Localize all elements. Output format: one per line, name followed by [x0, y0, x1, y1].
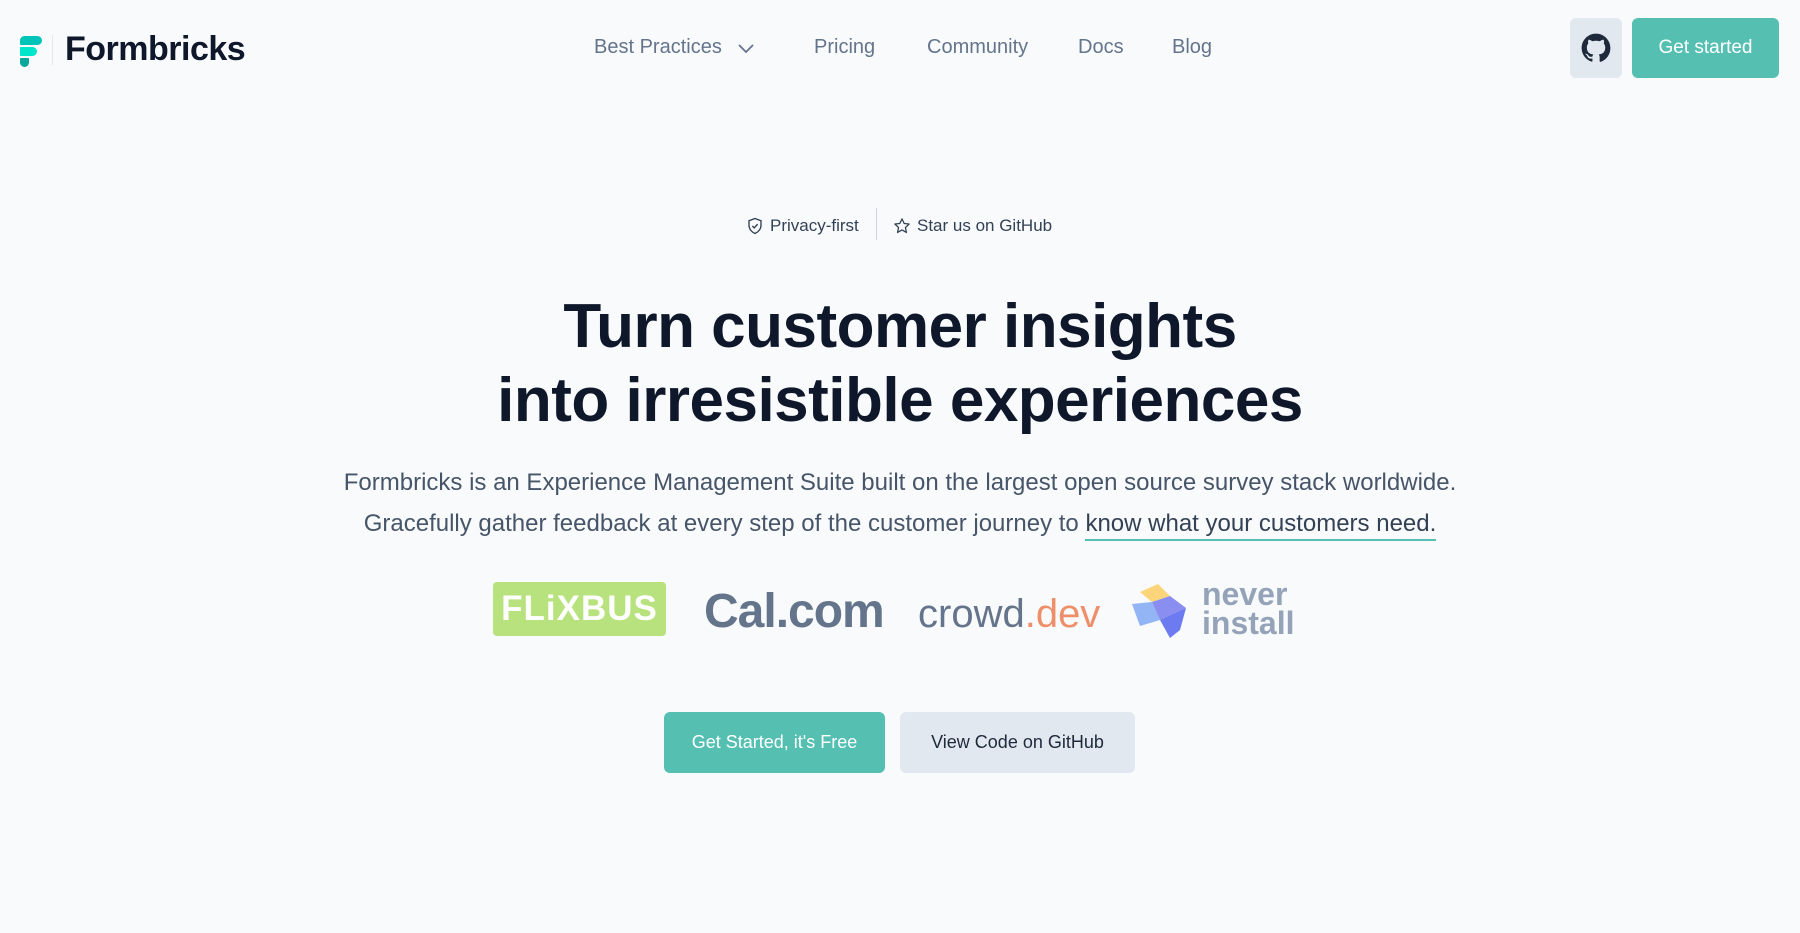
hero-headline: Turn customer insights into irresistible…: [0, 290, 1800, 438]
hero-subtitle: Formbricks is an Experience Management S…: [0, 462, 1800, 544]
crowddev-logo: crowd.dev: [918, 592, 1100, 637]
subtitle-highlight: know what your customers need.: [1085, 510, 1437, 541]
github-button[interactable]: [1570, 18, 1622, 78]
hero-badges: Privacy-first Star us on GitHub: [0, 208, 1800, 244]
privacy-first-label: Privacy-first: [770, 216, 859, 235]
get-started-button[interactable]: Get started: [1632, 18, 1779, 78]
nav-item-blog[interactable]: Blog: [1172, 36, 1212, 59]
crowddev-logo-part-1: crowd: [918, 592, 1025, 636]
neverinstall-logo-icon: [1132, 584, 1186, 638]
nav-item-docs[interactable]: Docs: [1078, 36, 1124, 59]
headline-line-2: into irresistible experiences: [497, 366, 1303, 435]
neverinstall-logo: never install: [1202, 578, 1295, 641]
nav-item-label: Best Practices: [594, 36, 722, 58]
crowddev-logo-part-2: .dev: [1024, 592, 1101, 636]
nav-item-pricing[interactable]: Pricing: [814, 36, 875, 59]
privacy-first-badge: Privacy-first: [746, 216, 859, 236]
headline-line-1: Turn customer insights: [563, 292, 1237, 361]
star-github-label: Star us on GitHub: [917, 216, 1053, 235]
github-icon: [1581, 33, 1611, 62]
nav-item-best-practices[interactable]: Best Practices: [594, 36, 756, 59]
flixbus-logo: FLiXBUS: [493, 582, 666, 636]
neverinstall-logo-line-2: install: [1202, 605, 1295, 641]
view-code-github-button[interactable]: View Code on GitHub: [900, 712, 1135, 773]
main-nav: Best Practices Pricing Community Docs Bl…: [0, 36, 1800, 62]
chevron-down-icon: [738, 43, 754, 53]
calcom-logo: Cal.com: [704, 585, 885, 638]
star-github-link[interactable]: Star us on GitHub: [893, 216, 1052, 236]
star-icon: [894, 218, 910, 234]
badge-divider: [876, 208, 877, 240]
nav-item-community[interactable]: Community: [927, 36, 1028, 59]
shield-check-icon: [748, 217, 762, 235]
subtitle-line-1: Formbricks is an Experience Management S…: [343, 469, 1457, 496]
get-started-free-button[interactable]: Get Started, it's Free: [664, 712, 885, 773]
subtitle-line-2: Gracefully gather feedback at every step…: [363, 510, 1086, 537]
customer-logos: FLiXBUS Cal.com crowd.dev never install: [0, 578, 1800, 641]
